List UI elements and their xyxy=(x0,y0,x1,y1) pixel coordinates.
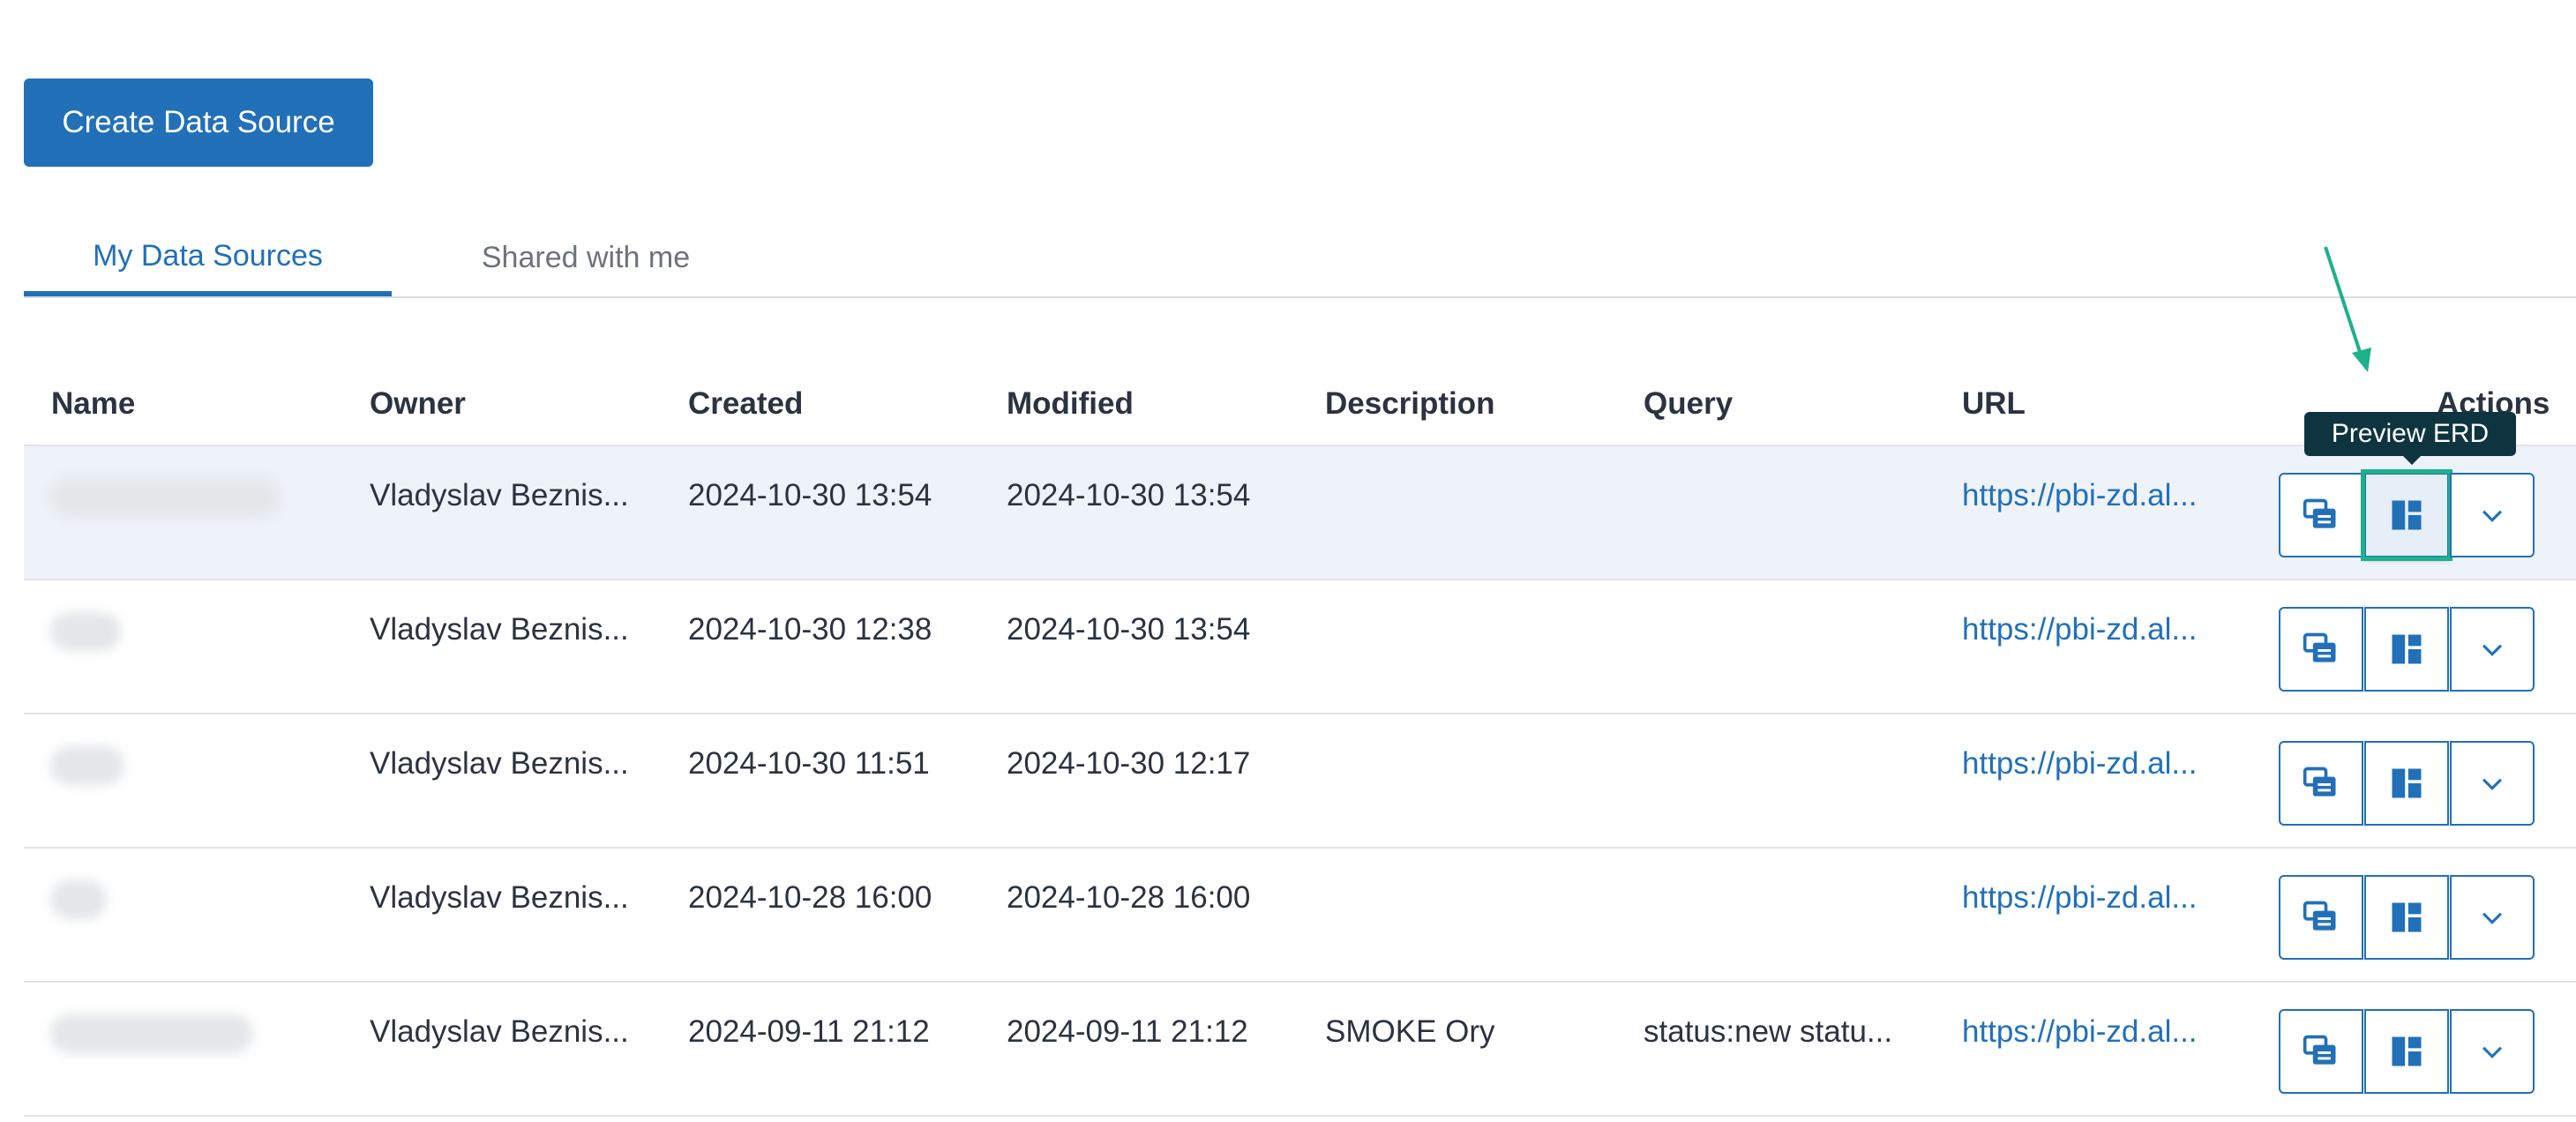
erd-layout-icon xyxy=(2392,902,2422,932)
name-cell-redacted xyxy=(50,478,280,517)
owner-cell: Vladyslav Beznis... xyxy=(370,746,629,781)
preview-erd-tooltip: Preview ERD xyxy=(2304,412,2516,465)
copy-list-icon xyxy=(2303,1035,2336,1065)
modified-cell: 2024-10-30 13:54 xyxy=(1007,478,1251,512)
column-header-url[interactable]: URL xyxy=(1962,386,2026,422)
query-cell: status:new statu... xyxy=(1644,1014,1893,1049)
preview-erd-button[interactable] xyxy=(2361,469,2452,561)
owner-cell: Vladyslav Beznis... xyxy=(370,880,629,915)
table-row[interactable]: Vladyslav Beznis... 2024-09-11 21:12 202… xyxy=(24,983,2576,1117)
more-actions-dropdown[interactable] xyxy=(2450,1009,2535,1094)
column-header-name[interactable]: Name xyxy=(51,386,135,422)
erd-layout-icon xyxy=(2392,768,2422,798)
url-link[interactable]: https://pbi-zd.al... xyxy=(1962,478,2198,513)
modified-cell: 2024-10-28 16:00 xyxy=(1007,880,1251,915)
row-actions xyxy=(2279,607,2540,693)
preview-erd-button[interactable] xyxy=(2364,1009,2449,1094)
chevron-down-icon xyxy=(2482,1046,2503,1058)
modified-cell: 2024-10-30 12:17 xyxy=(1007,746,1251,781)
column-header-owner[interactable]: Owner xyxy=(370,386,466,422)
copy-action-button[interactable] xyxy=(2279,741,2363,826)
erd-layout-icon xyxy=(2392,634,2422,664)
copy-list-icon xyxy=(2303,632,2336,662)
created-cell: 2024-09-11 21:12 xyxy=(688,1014,930,1049)
table-row[interactable]: Vladyslav Beznis... 2024-10-30 13:54 202… xyxy=(24,446,2576,580)
table-row[interactable]: Vladyslav Beznis... 2024-10-28 16:00 202… xyxy=(24,849,2576,983)
annotation-arrow-icon xyxy=(2324,246,2371,372)
table-row[interactable]: Vladyslav Beznis... 2024-10-30 11:51 202… xyxy=(24,714,2576,849)
created-cell: 2024-10-28 16:00 xyxy=(688,880,932,915)
preview-erd-button[interactable] xyxy=(2364,875,2449,960)
more-actions-dropdown[interactable] xyxy=(2450,741,2535,826)
create-data-source-button[interactable]: Create Data Source xyxy=(24,79,373,167)
copy-action-button[interactable] xyxy=(2279,875,2363,960)
copy-list-icon xyxy=(2303,767,2336,797)
tab-shared-with-me[interactable]: Shared with me xyxy=(392,221,780,295)
tab-bar: My Data Sources Shared with me xyxy=(24,221,2576,298)
column-header-query[interactable]: Query xyxy=(1644,386,1733,422)
modified-cell: 2024-10-30 13:54 xyxy=(1007,612,1251,647)
description-cell: SMOKE Ory xyxy=(1325,1014,1495,1049)
row-actions xyxy=(2279,741,2540,827)
chevron-down-icon xyxy=(2482,778,2503,790)
erd-layout-icon xyxy=(2392,500,2422,530)
more-actions-dropdown[interactable] xyxy=(2450,473,2535,557)
created-cell: 2024-10-30 13:54 xyxy=(688,478,932,512)
row-actions xyxy=(2279,875,2540,961)
modified-cell: 2024-09-11 21:12 xyxy=(1007,1014,1248,1049)
name-cell-redacted xyxy=(50,1014,253,1053)
table-row[interactable]: Vladyslav Beznis... 2024-10-30 12:38 202… xyxy=(24,580,2576,714)
column-header-description[interactable]: Description xyxy=(1325,386,1495,422)
preview-erd-button[interactable] xyxy=(2364,741,2449,826)
copy-action-button[interactable] xyxy=(2279,1009,2363,1094)
owner-cell: Vladyslav Beznis... xyxy=(370,612,629,647)
url-link[interactable]: https://pbi-zd.al... xyxy=(1962,880,2198,916)
name-cell-redacted xyxy=(50,746,124,785)
copy-action-button[interactable] xyxy=(2279,473,2363,557)
column-header-modified[interactable]: Modified xyxy=(1007,386,1134,422)
chevron-down-icon xyxy=(2482,510,2503,522)
erd-layout-icon xyxy=(2392,1036,2422,1066)
name-cell-redacted xyxy=(50,612,121,651)
owner-cell: Vladyslav Beznis... xyxy=(370,478,629,512)
table-header: Name Owner Created Modified Description … xyxy=(24,356,2576,446)
copy-action-button[interactable] xyxy=(2279,607,2363,692)
more-actions-dropdown[interactable] xyxy=(2450,875,2535,960)
copy-list-icon xyxy=(2303,901,2336,931)
created-cell: 2024-10-30 11:51 xyxy=(688,746,930,781)
preview-erd-button[interactable] xyxy=(2364,607,2449,692)
url-link[interactable]: https://pbi-zd.al... xyxy=(1962,612,2198,647)
column-header-created[interactable]: Created xyxy=(688,386,803,422)
url-link[interactable]: https://pbi-zd.al... xyxy=(1962,746,2198,782)
url-link[interactable]: https://pbi-zd.al... xyxy=(1962,1014,2198,1050)
chevron-down-icon xyxy=(2482,644,2503,656)
tab-my-data-sources[interactable]: My Data Sources xyxy=(24,221,392,296)
copy-list-icon xyxy=(2303,498,2336,528)
row-actions xyxy=(2279,1009,2540,1096)
name-cell-redacted xyxy=(50,880,107,919)
row-actions xyxy=(2279,469,2540,561)
more-actions-dropdown[interactable] xyxy=(2450,607,2535,692)
created-cell: 2024-10-30 12:38 xyxy=(688,612,932,647)
owner-cell: Vladyslav Beznis... xyxy=(370,1014,629,1049)
chevron-down-icon xyxy=(2482,912,2503,924)
